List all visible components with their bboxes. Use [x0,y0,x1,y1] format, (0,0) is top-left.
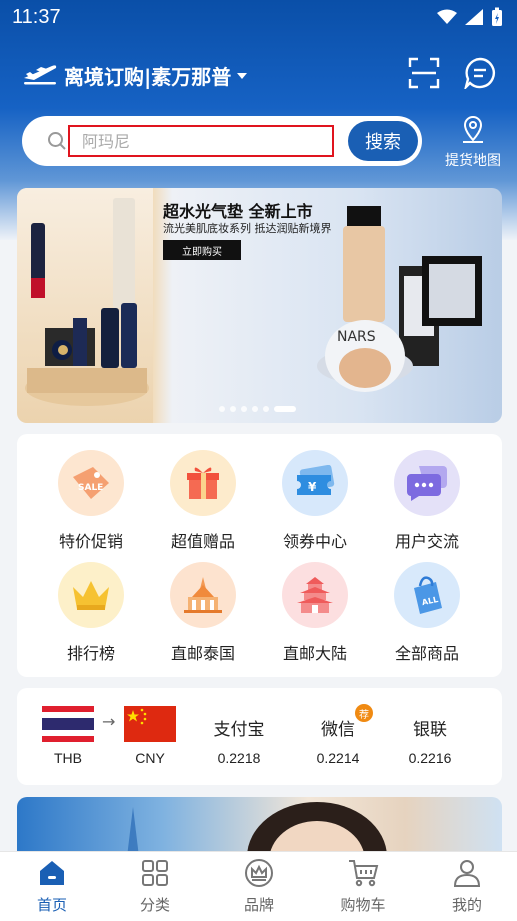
category-label: 特价促销 [58,532,123,551]
svg-text:¥: ¥ [308,480,317,494]
category-label: 全部商品 [394,644,459,663]
promo-image [127,802,387,857]
search-bar: 搜索 [22,116,422,166]
airplane-icon [24,65,57,85]
gift-box-icon [170,450,236,516]
nav-label: 首页 [36,896,67,914]
search-icon [48,132,66,150]
to-currency-code: CNY [135,750,165,766]
banner-brand-text: NARS [337,329,376,345]
pickup-map-button[interactable]: 提货地图 [440,116,506,170]
banner-product-image [17,188,153,423]
nav-profile[interactable]: 我的 [427,858,507,915]
user-icon [453,860,481,887]
location-pin-icon [463,116,483,143]
category-item-thailand[interactable]: 直邮泰国 [147,562,259,664]
banner-dot[interactable] [241,406,247,412]
location-selector[interactable]: 离境订购|素万那普 [64,61,248,90]
message-icon[interactable] [464,57,496,89]
nav-label: 购物车 [340,896,386,914]
category-label: 领券中心 [282,532,347,551]
header-title: 离境订购|素万那普 [64,65,232,89]
rate-name-alipay: 支付宝 [213,720,265,740]
banner-dot[interactable] [274,406,296,412]
exchange-arrow: → [102,712,116,731]
thailand-flag-icon [42,706,94,742]
home-icon [40,861,64,885]
secondary-promo-banner[interactable] [17,797,502,857]
bottom-navigation: 首页 分类 品牌 购物车 我的 [0,851,517,921]
rate-value-wechat: 0.2214 [316,750,360,766]
rate-value-alipay: 0.2218 [217,750,261,766]
banner-title: 超水光气垫 全新上市 [163,202,313,221]
banner-dot[interactable] [252,406,258,412]
banner-buy-button[interactable]: 立即购买 [163,240,241,260]
status-bar: 11:37 [0,0,517,36]
category-label: 直邮泰国 [170,644,235,663]
recommended-badge: 荐 [355,704,373,722]
app-header: 离境订购|素万那普 [0,52,517,96]
status-icons [437,7,503,27]
signal-icon [465,9,483,25]
battery-icon [492,7,502,26]
banner-pagination [219,406,296,412]
search-input[interactable] [68,125,334,157]
banner-dot[interactable] [219,406,225,412]
category-item-all-products[interactable]: ALL 全部商品 [371,562,483,664]
crown-icon [58,562,124,628]
nav-label: 分类 [139,896,170,914]
chat-bubble-icon [394,450,460,516]
promo-banner[interactable]: 超水光气垫 全新上市 流光美肌底妆系列 抵达润贴新境界 立即购买 NARS [17,188,502,423]
rate-value-unionpay: 0.2216 [408,750,452,766]
scan-icon[interactable] [408,57,440,89]
cart-icon [349,860,379,887]
nav-category[interactable]: 分类 [115,858,195,915]
nav-cart[interactable]: 购物车 [323,858,403,915]
category-label: 超值赠品 [170,532,235,551]
pickup-map-label: 提货地图 [445,153,501,169]
nav-home[interactable]: 首页 [12,858,92,915]
status-time: 11:37 [12,6,61,28]
crown-badge-icon [245,859,273,887]
pagoda-icon [282,562,348,628]
rate-name-unionpay: 银联 [413,720,447,740]
category-label: 直邮大陆 [282,644,347,663]
thai-temple-icon [170,562,236,628]
category-item-coupon[interactable]: ¥ 领券中心 [259,450,371,552]
category-item-gift[interactable]: 超值赠品 [147,450,259,552]
sale-tag-icon: SALE [58,450,124,516]
category-grid: SALE 特价促销 超值赠品 ¥ 领券中心 用户交流 排行榜 直邮泰国 直邮大陆… [17,434,502,677]
category-item-sale[interactable]: SALE 特价促销 [35,450,147,552]
category-label: 排行榜 [66,644,115,663]
grid-icon [142,860,168,886]
shopping-bag-icon: ALL [394,562,460,628]
banner-cushion-image: NARS [317,206,482,392]
category-label: 用户交流 [394,532,459,551]
caret-down-icon [237,72,248,79]
nav-label: 我的 [451,896,482,914]
category-item-community[interactable]: 用户交流 [371,450,483,552]
from-currency-code: THB [54,750,82,766]
search-button[interactable]: 搜索 [348,121,418,161]
exchange-rate-card: THB → CNY 支付宝 0.2218 微信 0.2214 荐 银联 0.22… [17,688,502,785]
coupon-icon: ¥ [282,450,348,516]
category-item-mainland[interactable]: 直邮大陆 [259,562,371,664]
banner-dot[interactable] [230,406,236,412]
nav-label: 品牌 [243,896,274,914]
china-flag-icon [124,706,176,742]
svg-text:SALE: SALE [78,483,103,493]
banner-dot[interactable] [263,406,269,412]
category-item-ranking[interactable]: 排行榜 [35,562,147,664]
wifi-icon [437,9,457,24]
nav-brand[interactable]: 品牌 [219,858,299,915]
